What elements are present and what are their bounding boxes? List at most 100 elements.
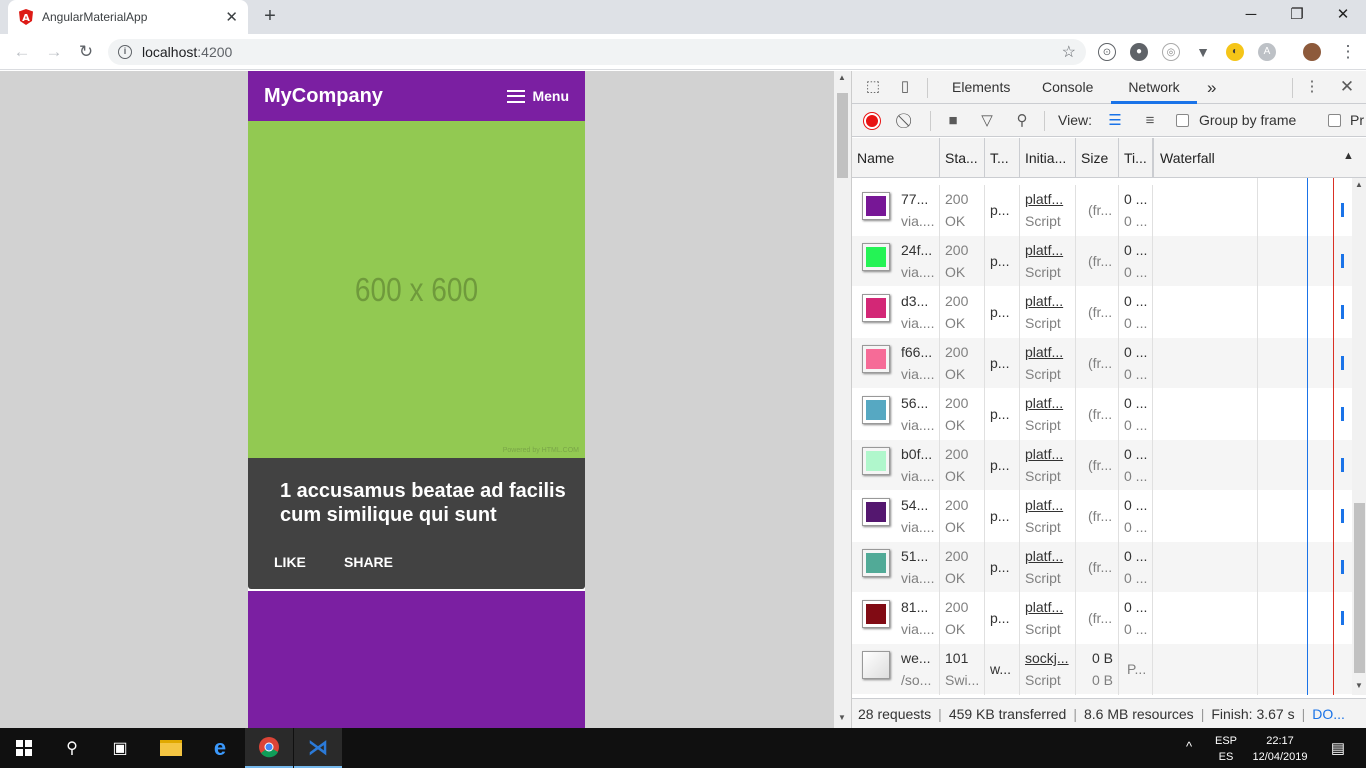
extension-icon[interactable]: ◐ bbox=[1226, 43, 1244, 61]
preserve-log-checkbox[interactable] bbox=[1328, 114, 1341, 127]
thumbnail-swatch bbox=[866, 196, 886, 216]
image-thumbnail bbox=[862, 192, 890, 220]
initiator-link[interactable]: platf... bbox=[1025, 548, 1063, 564]
col-time[interactable]: Ti... bbox=[1119, 138, 1153, 178]
table-row[interactable]: f66... via.... 200 OK p... platf... Script… bbox=[852, 338, 1352, 389]
sort-ascending-icon[interactable]: ▲ bbox=[1343, 150, 1354, 162]
col-type[interactable]: T... bbox=[985, 138, 1020, 178]
windows-start-icon[interactable] bbox=[0, 728, 48, 768]
minimize-button[interactable]: ─ bbox=[1228, 0, 1274, 30]
scrollbar-thumb[interactable] bbox=[837, 93, 848, 178]
table-row[interactable]: 54... via.... 200 OK p... platf... Script … bbox=[852, 491, 1352, 542]
new-tab-button[interactable]: + bbox=[258, 4, 282, 28]
col-status[interactable]: Sta... bbox=[940, 138, 985, 178]
chrome-icon[interactable] bbox=[245, 728, 293, 768]
restore-button[interactable]: ❐ bbox=[1274, 0, 1320, 30]
input-language-indicator[interactable]: ESP ES bbox=[1215, 733, 1237, 765]
tab-network[interactable]: Network bbox=[1111, 71, 1197, 104]
notifications-icon[interactable]: ▤ bbox=[1318, 728, 1358, 768]
scroll-down-icon[interactable]: ▼ bbox=[1355, 681, 1363, 690]
show-hidden-icons-chevron-icon[interactable]: ^ bbox=[1186, 739, 1192, 754]
address-bar[interactable]: i localhost:4200 ☆ bbox=[108, 39, 1086, 65]
device-toolbar-icon[interactable]: ▯ bbox=[896, 78, 914, 96]
more-tabs-button[interactable]: » bbox=[1207, 71, 1216, 104]
table-row[interactable]: 77... via.... 200 OK p... platf... Script … bbox=[852, 185, 1352, 236]
scrollbar-thumb[interactable] bbox=[1354, 503, 1365, 673]
network-scrollbar[interactable]: ▲ ▼ bbox=[1352, 178, 1366, 695]
avatar[interactable] bbox=[1303, 43, 1321, 61]
clock[interactable]: 22:17 12/04/2019 bbox=[1248, 733, 1312, 765]
vue-devtools-icon[interactable]: ▼ bbox=[1194, 43, 1212, 61]
table-row[interactable]: b0f... via.... 200 OK p... platf... Script… bbox=[852, 440, 1352, 491]
table-row[interactable]: 51... via.... 200 OK p... platf... Script … bbox=[852, 542, 1352, 593]
initiator-type: Script bbox=[1025, 366, 1061, 382]
scroll-up-icon[interactable]: ▲ bbox=[838, 73, 846, 82]
overview-icon[interactable]: ≡ bbox=[1141, 112, 1159, 130]
initiator-link[interactable]: platf... bbox=[1025, 395, 1063, 411]
initiator-link[interactable]: platf... bbox=[1025, 446, 1063, 462]
table-row[interactable]: we... /so... 101 Swi... w... sockj... Scri… bbox=[852, 644, 1352, 695]
initiator-link[interactable]: platf... bbox=[1025, 344, 1063, 360]
col-name[interactable]: Name bbox=[852, 138, 940, 178]
large-rows-icon[interactable]: ☰ bbox=[1106, 112, 1124, 130]
record-icon[interactable] bbox=[864, 113, 880, 129]
like-button[interactable]: LIKE bbox=[274, 554, 306, 570]
task-view-icon[interactable]: ▣ bbox=[96, 728, 144, 768]
back-button[interactable]: ← bbox=[8, 38, 36, 66]
request-path: via.... bbox=[901, 366, 935, 382]
search-icon[interactable]: ⚲ bbox=[1013, 112, 1031, 130]
browser-tab[interactable]: A AngularMaterialApp ✕ bbox=[8, 0, 248, 34]
tab-elements[interactable]: Elements bbox=[952, 71, 1010, 104]
edge-browser-icon[interactable]: e bbox=[196, 728, 244, 768]
initiator-link[interactable]: platf... bbox=[1025, 599, 1063, 615]
col-waterfall[interactable]: Waterfall bbox=[1153, 138, 1366, 178]
share-button[interactable]: SHARE bbox=[344, 554, 393, 570]
bookmark-star-icon[interactable]: ☆ bbox=[1062, 42, 1076, 62]
table-row[interactable]: 81... via.... 200 OK p... platf... Script … bbox=[852, 593, 1352, 644]
status-code: 101 bbox=[945, 650, 969, 666]
angular-extension-icon[interactable]: A bbox=[1258, 43, 1276, 61]
initiator-link[interactable]: platf... bbox=[1025, 293, 1063, 309]
screenshot-camera-icon[interactable]: ■ bbox=[944, 112, 962, 130]
group-by-frame-checkbox[interactable] bbox=[1176, 114, 1189, 127]
initiator-link[interactable]: sockj... bbox=[1025, 650, 1069, 666]
page-scrollbar[interactable]: ▲ ▼ bbox=[834, 71, 851, 728]
vscode-icon[interactable]: ⋊ bbox=[294, 728, 342, 768]
site-info-icon[interactable]: i bbox=[118, 45, 132, 59]
cell-size: (fr... bbox=[1076, 593, 1119, 644]
initiator-link[interactable]: platf... bbox=[1025, 497, 1063, 513]
tab-close-icon[interactable]: ✕ bbox=[225, 8, 238, 26]
latency-text: 0 ... bbox=[1124, 468, 1148, 484]
close-devtools-icon[interactable]: ✕ bbox=[1338, 78, 1356, 96]
initiator-link[interactable]: platf... bbox=[1025, 191, 1063, 207]
file-explorer-icon[interactable] bbox=[147, 728, 195, 768]
menu-kebab-icon[interactable]: ⋮ bbox=[1334, 38, 1362, 66]
table-row[interactable]: 56... via.... 200 OK p... platf... Script … bbox=[852, 389, 1352, 440]
request-name: 77... bbox=[901, 191, 929, 207]
clear-icon[interactable]: ⃠ bbox=[898, 112, 916, 130]
col-initiator[interactable]: Initia... bbox=[1020, 138, 1076, 178]
extension-icon[interactable]: ◎ bbox=[1162, 43, 1180, 61]
extension-icon[interactable]: ● bbox=[1130, 43, 1148, 61]
col-size[interactable]: Size bbox=[1076, 138, 1119, 178]
menu-button[interactable]: Menu bbox=[507, 88, 569, 104]
scroll-down-icon[interactable]: ▼ bbox=[838, 713, 846, 722]
brand-title[interactable]: MyCompany bbox=[264, 85, 383, 108]
resources-size: 8.6 MB resources bbox=[1083, 705, 1194, 722]
forward-button[interactable]: → bbox=[40, 38, 68, 66]
document-icon bbox=[862, 651, 890, 679]
table-row[interactable]: 24f... via.... 200 OK p... platf... Script… bbox=[852, 236, 1352, 287]
reload-button[interactable]: ↻ bbox=[72, 38, 100, 66]
inspect-element-icon[interactable]: ⬚ bbox=[864, 78, 882, 96]
scroll-up-icon[interactable]: ▲ bbox=[1355, 180, 1363, 189]
table-row[interactable]: d3... via.... 200 OK p... platf... Script … bbox=[852, 287, 1352, 338]
extension-icon[interactable]: ⊙ bbox=[1098, 43, 1116, 61]
cell-type: p... bbox=[985, 236, 1020, 287]
filter-icon[interactable]: ▽ bbox=[978, 112, 996, 130]
kebab-menu-icon[interactable]: ⋮ bbox=[1303, 78, 1321, 96]
tab-console[interactable]: Console bbox=[1042, 71, 1093, 104]
initiator-type: Script bbox=[1025, 672, 1061, 688]
close-window-button[interactable]: ✕ bbox=[1320, 0, 1366, 30]
search-icon[interactable]: ⚲ bbox=[48, 728, 96, 768]
initiator-link[interactable]: platf... bbox=[1025, 242, 1063, 258]
